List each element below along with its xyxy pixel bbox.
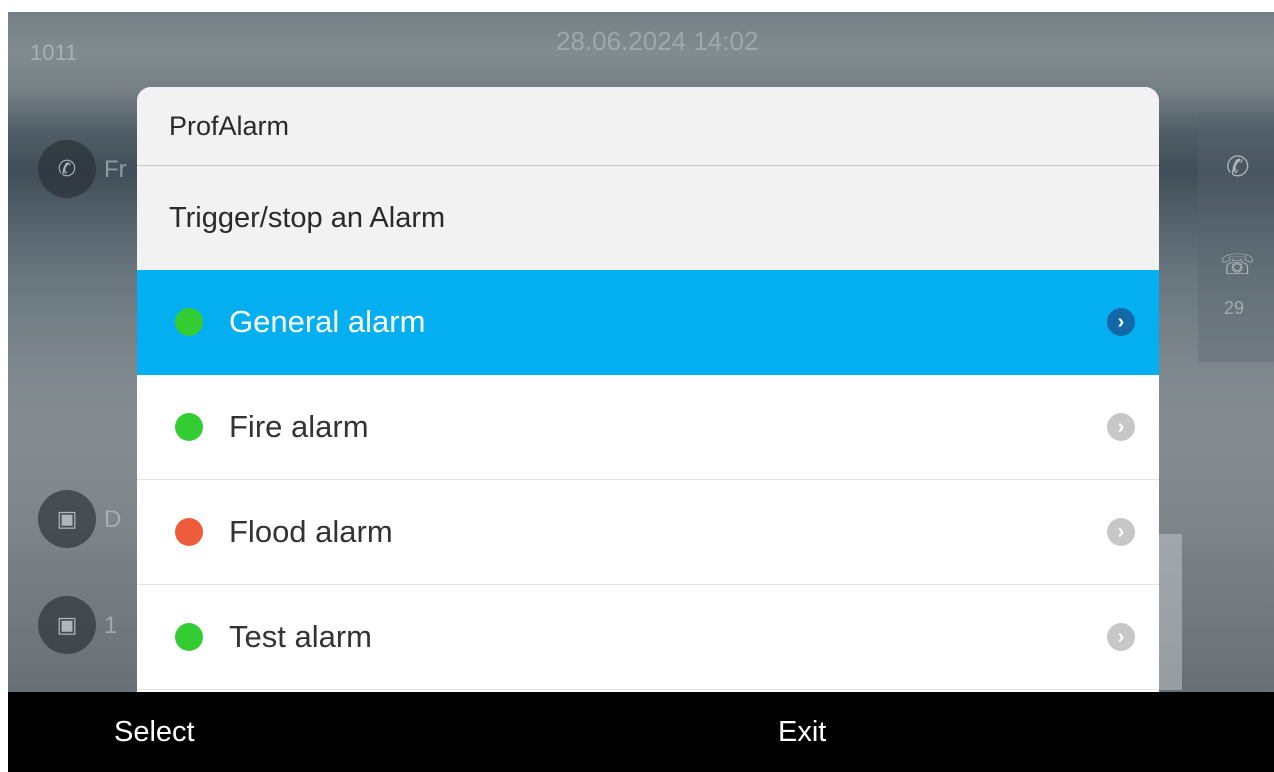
dialog-title: ProfAlarm <box>137 87 1159 166</box>
alarm-item-label: Flood alarm <box>229 514 393 549</box>
status-extension: 1011 <box>30 40 78 65</box>
exit-softkey[interactable]: Exit <box>778 692 826 772</box>
status-dot-icon <box>175 308 203 336</box>
phone-screen: 1011 28.06.2024 14:02 ✆ Fr ▣ D ▣ 1 ✆ ☏ 2… <box>8 12 1274 772</box>
profalarm-dialog: ProfAlarm Trigger/stop an Alarm General … <box>137 87 1159 692</box>
alarm-item-flood[interactable]: Flood alarm › <box>137 480 1159 585</box>
alarm-item-fire[interactable]: Fire alarm › <box>137 375 1159 480</box>
dialog-subtitle: Trigger/stop an Alarm <box>137 166 1159 270</box>
chevron-right-icon[interactable]: › <box>1107 413 1135 441</box>
background-missed-count: 29 <box>1224 298 1245 318</box>
background-line-icon: ▣ <box>38 596 96 654</box>
chevron-right-icon[interactable]: › <box>1107 308 1135 336</box>
background-phone-icon: ✆ <box>1226 151 1250 182</box>
status-dot-icon <box>175 413 203 441</box>
chevron-right-icon[interactable]: › <box>1107 623 1135 651</box>
status-datetime: 28.06.2024 14:02 <box>556 26 759 56</box>
background-line-label: Fr <box>104 156 127 183</box>
status-dot-icon <box>175 518 203 546</box>
alarm-list: General alarm › Fire alarm › Flood alarm… <box>137 270 1159 690</box>
alarm-item-label: Test alarm <box>229 619 372 654</box>
background-handset-icon: ✆ <box>38 140 96 198</box>
select-softkey[interactable]: Select <box>114 692 195 772</box>
background-line-icon: ▣ <box>38 490 96 548</box>
alarm-item-label: General alarm <box>229 304 426 339</box>
background-scrollbar <box>1158 534 1182 690</box>
background-missed-calls-icon: ☏ <box>1220 249 1256 280</box>
alarm-item-label: Fire alarm <box>229 409 369 444</box>
background-line-label: 1 <box>104 612 118 639</box>
alarm-item-test[interactable]: Test alarm › <box>137 585 1159 690</box>
alarm-item-general[interactable]: General alarm › <box>137 270 1159 375</box>
chevron-right-icon[interactable]: › <box>1107 518 1135 546</box>
status-dot-icon <box>175 623 203 651</box>
softkey-bar: Select Exit <box>8 692 1274 772</box>
background-line-label: D <box>104 506 122 533</box>
